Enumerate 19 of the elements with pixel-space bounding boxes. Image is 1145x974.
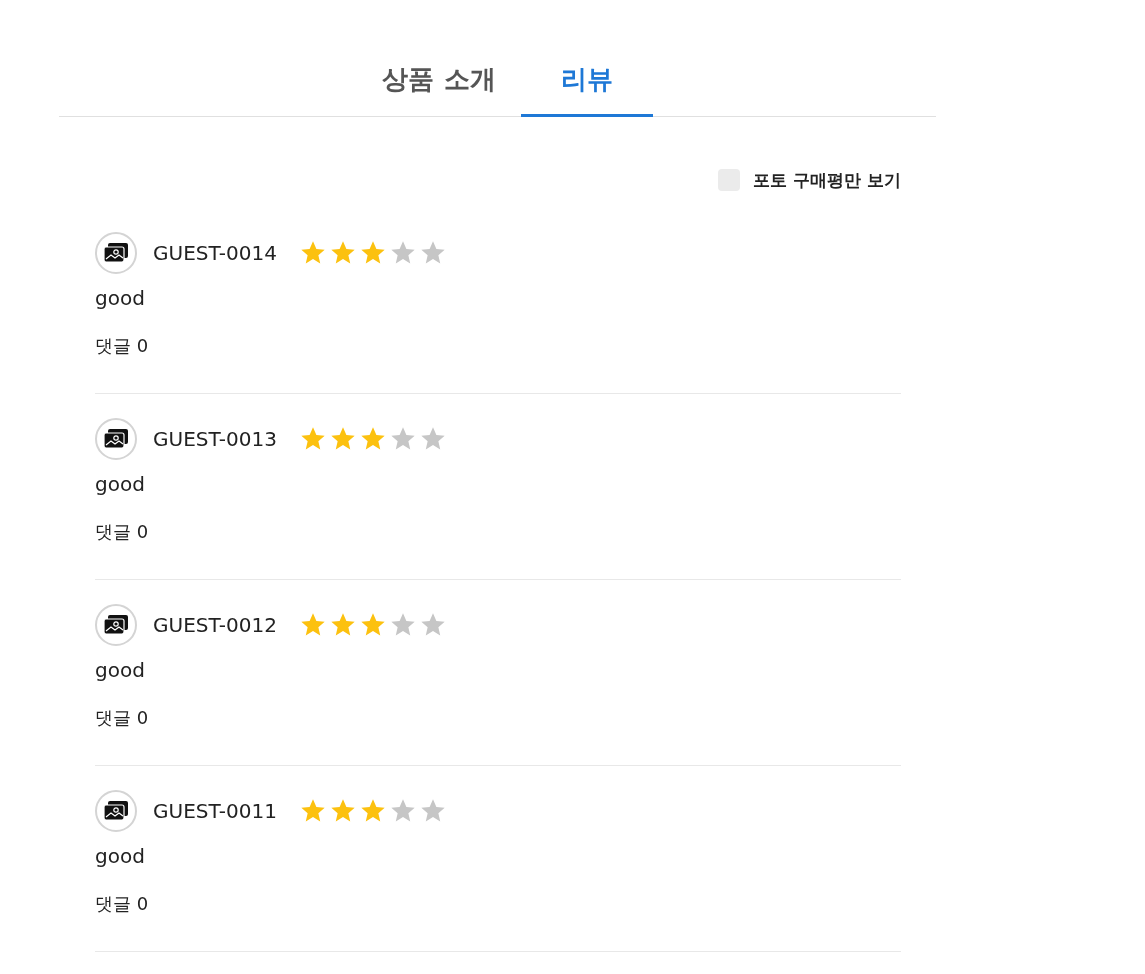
tab[interactable]: 리뷰 bbox=[520, 56, 653, 117]
reviewer-name: GUEST-0014 bbox=[153, 241, 277, 265]
avatar-icon bbox=[95, 418, 137, 460]
avatar-icon bbox=[95, 604, 137, 646]
avatar-icon bbox=[95, 790, 137, 832]
avatar-icon bbox=[95, 232, 137, 274]
review-text: good bbox=[95, 472, 146, 496]
comment-count[interactable]: 댓글 0 bbox=[95, 520, 901, 544]
tab[interactable]: 상품 소개 bbox=[382, 56, 496, 117]
checkbox-label[interactable]: 포토 구매평만 보기 bbox=[753, 168, 901, 192]
comment-count[interactable]: 댓글 0 bbox=[95, 892, 901, 916]
reviewer-name: GUEST-0012 bbox=[153, 613, 277, 637]
reviewer-name: GUEST-0013 bbox=[153, 427, 277, 451]
review-text: good bbox=[95, 658, 146, 682]
comment-count[interactable]: 댓글 0 bbox=[95, 706, 901, 730]
reviewer-name: GUEST-0011 bbox=[153, 799, 277, 823]
comment-count[interactable]: 댓글 0 bbox=[95, 334, 901, 358]
review-text: good bbox=[95, 844, 146, 868]
review-text: good bbox=[95, 286, 146, 310]
